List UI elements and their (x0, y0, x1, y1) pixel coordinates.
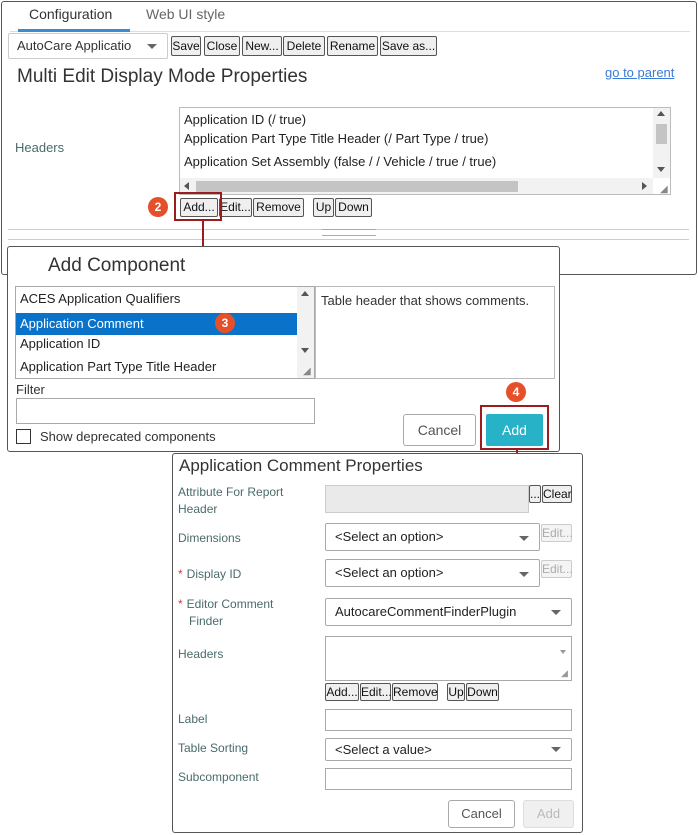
list-item[interactable]: Application Set Assembly (false / / Vehi… (184, 154, 496, 169)
scrollbar-thumb[interactable] (196, 181, 518, 192)
close-button[interactable]: Close (204, 36, 240, 56)
subcomponent-label: Subcomponent (178, 770, 259, 784)
editor-comment-finder-value: AutocareCommentFinderPlugin (335, 604, 517, 619)
show-deprecated-label: Show deprecated components (40, 429, 216, 444)
component-description: Table header that shows comments. (315, 286, 555, 379)
attribute-report-header-field (325, 485, 529, 513)
highlight-box (480, 405, 549, 450)
display-id-edit-button[interactable]: Edit... (541, 560, 573, 578)
chevron-down-icon (147, 44, 157, 49)
display-id-label: * Display ID (178, 566, 241, 583)
delete-button[interactable]: Delete (283, 36, 325, 56)
scroll-up-icon[interactable] (657, 111, 665, 116)
display-id-select-value: <Select an option> (335, 565, 444, 580)
headers-label: Headers (15, 140, 65, 155)
cancel-button[interactable]: Cancel (403, 414, 476, 446)
show-deprecated-checkbox[interactable] (16, 429, 31, 444)
resize-grip-icon[interactable]: ◢ (303, 366, 311, 377)
resize-grip-icon[interactable]: ◢ (561, 668, 568, 679)
scrollbar-thumb[interactable] (656, 124, 667, 144)
divider (8, 239, 689, 240)
label-line-1: Attribute For Report (178, 485, 284, 499)
label-input[interactable] (325, 709, 572, 731)
save-as-button[interactable]: Save as... (380, 36, 437, 56)
new-button[interactable]: New... (242, 36, 282, 56)
list-item[interactable]: Application ID (16, 333, 298, 355)
vertical-scrollbar[interactable] (297, 287, 314, 378)
remove-header-button[interactable]: Remove (392, 683, 438, 701)
label-line-2: Header (178, 502, 218, 516)
dimensions-edit-button[interactable]: Edit... (541, 524, 573, 542)
dimensions-select-value: <Select an option> (335, 529, 444, 544)
step-badge-4: 4 (506, 382, 526, 402)
application-select-value: AutoCare Applicatio (17, 38, 132, 53)
subcomponent-input[interactable] (325, 768, 572, 790)
label-text: Display ID (186, 567, 242, 581)
highlight-box (174, 192, 222, 221)
headers-label: Headers (178, 647, 224, 661)
add-header-button[interactable]: Add... (325, 683, 359, 701)
down-button[interactable]: Down (335, 198, 372, 217)
scroll-down-icon[interactable] (560, 650, 566, 654)
editor-comment-finder-select[interactable]: AutocareCommentFinderPlugin (325, 598, 572, 626)
attribute-report-header-label: Attribute For Report Header (178, 484, 283, 518)
application-select[interactable]: AutoCare Applicatio (8, 33, 168, 59)
chevron-down-icon (551, 610, 561, 615)
dimensions-label: Dimensions (178, 531, 241, 545)
splitter-handle[interactable] (322, 229, 376, 236)
scroll-down-icon[interactable] (301, 348, 309, 353)
list-item[interactable]: Application ID (/ true) (184, 112, 306, 127)
scroll-down-icon[interactable] (657, 167, 665, 172)
list-item[interactable]: Application Part Type Title Header (/ Pa… (184, 131, 488, 146)
table-sorting-select[interactable]: <Select a value> (325, 738, 572, 761)
label-line-2: Finder (189, 614, 224, 628)
dialog-title: Add Component (48, 255, 186, 276)
tab-configuration[interactable]: Configuration (29, 6, 112, 22)
dimensions-select[interactable]: <Select an option> (325, 523, 540, 551)
step-badge-2: 2 (148, 197, 168, 217)
rename-button[interactable]: Rename (327, 36, 378, 56)
cancel-button[interactable]: Cancel (448, 800, 515, 828)
down-button[interactable]: Down (466, 683, 499, 701)
required-marker: * (178, 597, 183, 611)
list-item-selected[interactable]: Application Comment (16, 313, 298, 335)
add-button[interactable]: Add (523, 800, 574, 828)
resize-grip-icon[interactable]: ◢ (660, 184, 668, 195)
list-item[interactable]: Application Part Type Title Header (16, 356, 298, 378)
headers-list[interactable] (325, 636, 572, 681)
filter-label: Filter (16, 382, 45, 397)
chevron-down-icon (519, 536, 529, 541)
list-item[interactable]: ACES Application Qualifiers (16, 288, 298, 310)
scroll-up-icon[interactable] (301, 291, 309, 296)
tab-web-ui-style[interactable]: Web UI style (146, 6, 225, 22)
go-to-parent-link[interactable]: go to parent (605, 65, 674, 80)
save-button[interactable]: Save (171, 36, 201, 56)
browse-button[interactable]: ... (529, 485, 541, 503)
step-badge-3: 3 (215, 313, 235, 333)
remove-header-button[interactable]: Remove (253, 198, 304, 217)
label-label: Label (178, 712, 208, 726)
table-sorting-value: <Select a value> (335, 742, 432, 757)
required-marker: * (178, 567, 183, 581)
active-tab-indicator (18, 29, 130, 32)
chevron-down-icon (551, 747, 561, 752)
label-line-1: Editor Comment (186, 597, 274, 611)
edit-header-button[interactable]: Edit... (360, 683, 392, 701)
filter-input[interactable] (16, 398, 315, 424)
clear-button[interactable]: Clear (542, 485, 572, 503)
display-id-select[interactable]: <Select an option> (325, 559, 540, 587)
up-button[interactable]: Up (313, 198, 334, 217)
component-list[interactable]: ACES Application Qualifiers Application … (15, 286, 315, 379)
table-sorting-label: Table Sorting (178, 741, 249, 755)
scroll-left-icon[interactable] (184, 182, 189, 190)
page-title: Multi Edit Display Mode Properties (17, 66, 308, 87)
scroll-right-icon[interactable] (642, 182, 647, 190)
editor-comment-finder-label: * Editor Comment Finder (178, 596, 273, 630)
up-button[interactable]: Up (447, 683, 465, 701)
chevron-down-icon (519, 572, 529, 577)
edit-header-button[interactable]: Edit... (219, 198, 252, 217)
dialog-title: Application Comment Properties (179, 456, 423, 475)
